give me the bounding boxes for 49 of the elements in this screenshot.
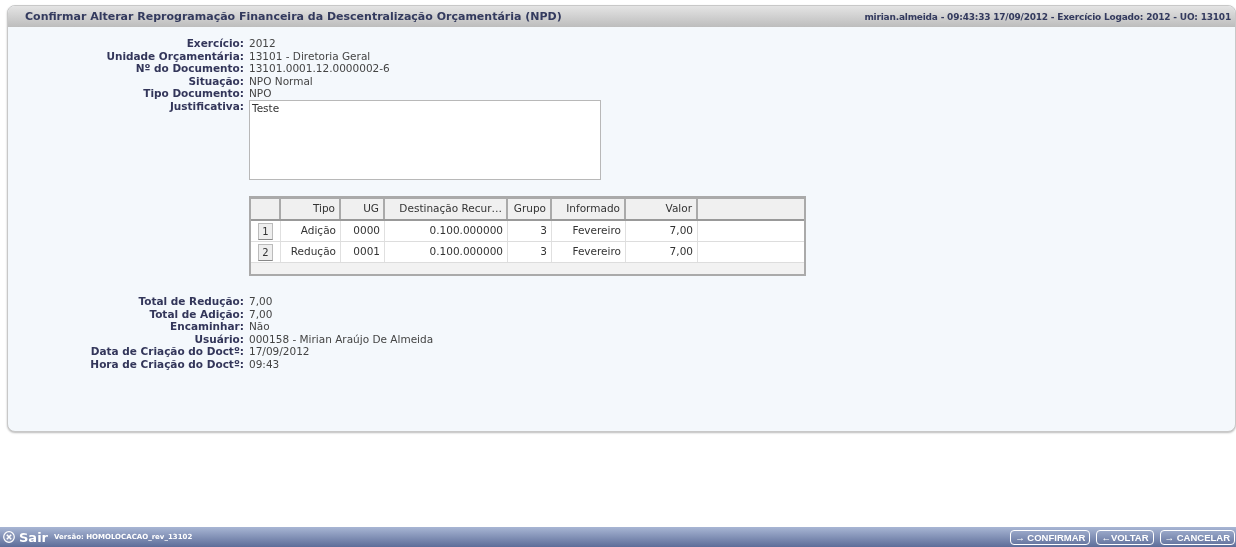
table-cell: 0001	[341, 241, 385, 262]
column-header[interactable]: Informado	[552, 198, 626, 219]
table-cell: 7,00	[626, 241, 698, 262]
field-label: Data de Criação do Doctº:	[89, 345, 244, 358]
field-value: 7,00	[249, 294, 274, 308]
field-label: Hora de Criação do Doctº:	[89, 357, 244, 371]
field-value: 13101 - Diretoria Geral	[249, 49, 372, 63]
close-icon	[3, 531, 15, 543]
table-cell: 3	[508, 241, 552, 262]
field-value: 7,00	[249, 307, 274, 321]
table-cell: Fevereiro	[552, 241, 626, 262]
table-cell: 0000	[341, 220, 385, 241]
field-label: Exercício:	[185, 37, 244, 50]
table-cell: 0.100.000000	[385, 220, 508, 241]
page-title: Confirmar Alterar Reprogramação Financeira da Descentralização Orçamentária (NPD)	[25, 10, 562, 23]
action-button[interactable]: → CONFIRMAR	[1010, 529, 1091, 545]
action-button[interactable]: → CANCELAR	[1159, 529, 1235, 545]
field-label: Tipo Documento:	[142, 87, 244, 100]
field-label: Total de Adição:	[148, 307, 244, 321]
table-cell: 3	[508, 220, 552, 241]
table-cell: Redução	[281, 241, 341, 262]
field-label: Justificativa:	[168, 99, 244, 114]
field-value: NPO Normal	[249, 74, 314, 88]
field-label: Unidade Orçamentária:	[105, 49, 244, 63]
field-value: 2012	[249, 37, 277, 50]
field-label: Total de Redução:	[137, 294, 244, 308]
column-header[interactable]: Destinação Recur…	[385, 198, 508, 219]
row-number[interactable]: 2	[258, 243, 273, 261]
column-header[interactable]: Grupo	[508, 198, 552, 219]
field-value: 17/09/2012	[249, 345, 311, 358]
field-label: Situação:	[187, 74, 244, 88]
column-header[interactable]: UG	[341, 198, 385, 219]
session-info: mirian.almeida - 09:43:33 17/09/2012 - Exercício Logado: 2012 - UO: 13101	[864, 11, 1231, 22]
table-cell: Fevereiro	[552, 220, 626, 241]
field-label: Usuário:	[193, 332, 244, 346]
row-number[interactable]: 1	[258, 222, 273, 240]
table-cell: 0.100.000000	[385, 241, 508, 262]
field-label: Encaminhar:	[169, 320, 244, 333]
table-cell: 7,00	[626, 220, 698, 241]
field-value: Não	[249, 320, 271, 333]
table-cell: Adição	[281, 220, 341, 241]
column-header[interactable]: Tipo	[281, 198, 341, 219]
field-value: 09:43	[249, 357, 281, 371]
column-header[interactable]: Valor	[626, 198, 698, 219]
field-value: NPO	[249, 87, 273, 100]
justification-field[interactable]: Teste	[249, 99, 601, 180]
field-value: 000158 - Mirian Araújo De Almeida	[249, 332, 435, 346]
field-value: 13101.0001.12.0000002-6	[249, 62, 391, 75]
field-label: Nº do Documento:	[134, 62, 244, 75]
